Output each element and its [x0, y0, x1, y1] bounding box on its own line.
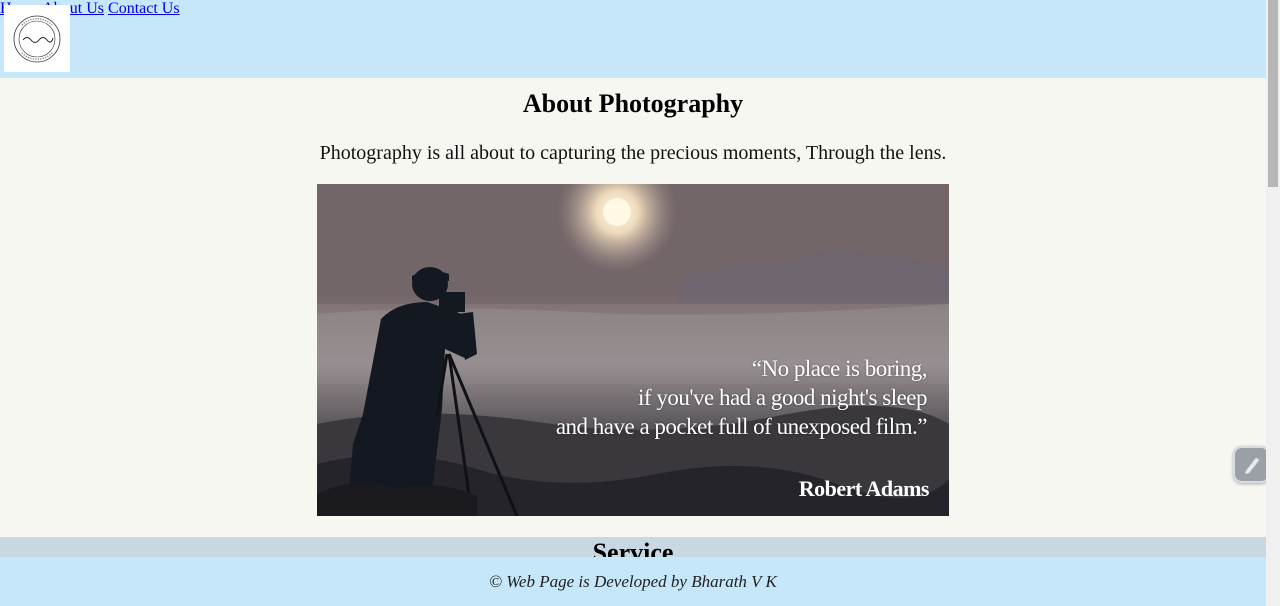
service-title: Service: [592, 538, 674, 559]
quote-line: and have a pocket full of unexposed film…: [555, 414, 928, 439]
floating-pen-button[interactable]: [1233, 446, 1270, 483]
quote-author: Robert Adams: [798, 476, 930, 501]
page: Home About Us Contact Us About Photograp…: [0, 0, 1266, 606]
section-title: About Photography: [522, 89, 744, 118]
pen-icon: [1244, 456, 1260, 474]
site-logo[interactable]: [4, 5, 70, 72]
service-section: Service: [0, 537, 1266, 559]
photography-quote-image: “No place is boring, if you've had a goo…: [317, 184, 949, 516]
site-footer: © Web Page is Developed by Bharath V K: [0, 557, 1266, 606]
image-quote: “No place is boring, if you've had a goo…: [555, 354, 928, 441]
nav-contact-link[interactable]: Contact Us: [108, 0, 180, 17]
logo-emblem-icon: [13, 15, 61, 62]
quote-line: if you've had a good night's sleep: [638, 385, 927, 410]
scrollbar-thumb[interactable]: [1268, 0, 1278, 187]
footer-credit: © Web Page is Developed by Bharath V K: [489, 572, 777, 591]
photo-scene: [317, 184, 949, 516]
section-description: Photography is all about to capturing th…: [319, 142, 947, 164]
quote-line: “No place is boring,: [751, 356, 928, 381]
site-header: Home About Us Contact Us: [0, 0, 1266, 78]
